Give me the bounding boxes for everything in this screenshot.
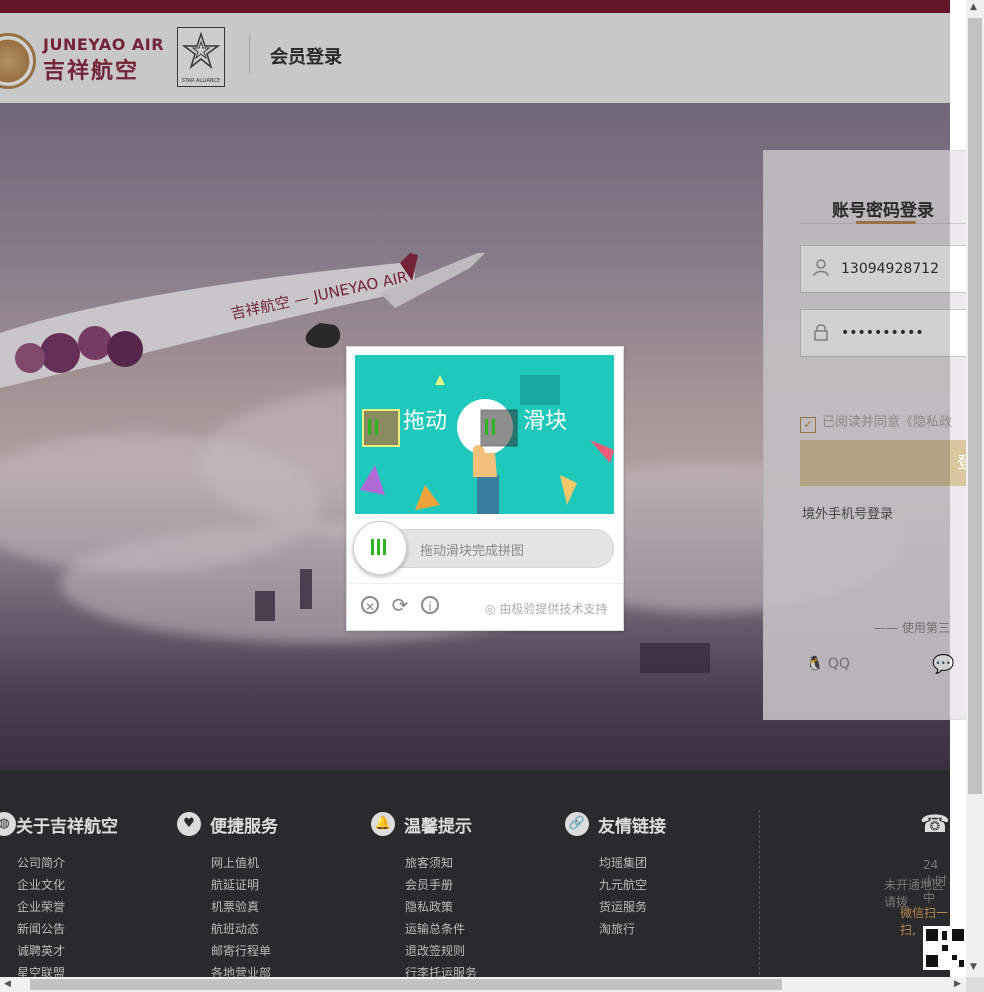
footer-col-title: 温馨提示 xyxy=(404,817,472,837)
footer-link[interactable]: 均瑶集团 xyxy=(599,854,647,871)
footer-col-title: 便捷服务 xyxy=(210,817,278,837)
footer-link[interactable]: 企业荣誉 xyxy=(17,898,65,915)
slider-handle[interactable] xyxy=(353,521,407,575)
footer-link[interactable]: 淘旅行 xyxy=(599,920,635,937)
scroll-right-icon[interactable]: ▶ xyxy=(954,979,961,989)
footer-link[interactable]: 机票验真 xyxy=(211,898,259,915)
footer-link[interactable]: 公司简介 xyxy=(17,854,65,871)
vertical-scroll-thumb[interactable] xyxy=(968,18,982,794)
captcha-puzzle-image: 拖动 滑块 xyxy=(355,355,614,514)
qr-code-icon xyxy=(923,926,967,970)
footer-link[interactable]: 隐私政策 xyxy=(405,898,453,915)
captcha-image-text-left: 拖动 xyxy=(403,409,448,434)
footer-link[interactable]: 运输总条件 xyxy=(405,920,465,937)
footer-link[interactable]: 新闻公告 xyxy=(17,920,65,937)
footer-link[interactable]: 会员手册 xyxy=(405,876,453,893)
horizontal-scroll-thumb[interactable] xyxy=(30,979,782,990)
horizontal-scrollbar[interactable]: ◀ ▶ xyxy=(0,977,966,992)
vertical-scrollbar[interactable]: ▲ ▼ xyxy=(966,0,984,977)
footer-link[interactable]: 诚聘英才 xyxy=(17,942,65,959)
info-icon[interactable]: i xyxy=(421,596,439,614)
scroll-left-icon[interactable]: ◀ xyxy=(4,979,11,989)
heart-icon: ♥ xyxy=(177,812,201,836)
close-icon[interactable]: ✕ xyxy=(361,596,379,614)
captcha-dialog: 拖动 滑块 拖动滑块完成拼图 ✕ ⟳ i ◎ 由极验提供技术支持 xyxy=(346,346,624,631)
captcha-footer-divider xyxy=(347,583,623,584)
footer-col-title: 关于吉祥航空 xyxy=(16,817,118,837)
site-footer: ◍ 关于吉祥航空 公司简介 企业文化 企业荣誉 新闻公告 诚聘英才 星空联盟 ♥… xyxy=(0,770,967,980)
footer-link[interactable]: 企业文化 xyxy=(17,876,65,893)
bell-icon: 🔔 xyxy=(371,812,395,836)
footer-link[interactable]: 航班动态 xyxy=(211,920,259,937)
footer-link[interactable]: 网上值机 xyxy=(211,854,259,871)
refresh-icon[interactable]: ⟳ xyxy=(391,595,409,615)
footer-link[interactable]: 九元航空 xyxy=(599,876,647,893)
footer-link[interactable]: 航延证明 xyxy=(211,876,259,893)
geetest-icon: ◎ xyxy=(485,602,496,616)
footer-link[interactable]: 货运服务 xyxy=(599,898,647,915)
globe-icon: ◍ xyxy=(0,812,16,836)
scroll-up-icon[interactable]: ▲ xyxy=(970,2,977,12)
captcha-brand[interactable]: ◎ 由极验提供技术支持 xyxy=(485,600,607,617)
scroll-down-icon[interactable]: ▼ xyxy=(970,962,977,972)
footer-divider xyxy=(759,810,760,980)
footer-link[interactable]: 邮寄行程单 xyxy=(211,942,271,959)
footer-link[interactable]: 旅客须知 xyxy=(405,854,453,871)
captcha-image-text-right: 滑块 xyxy=(523,409,568,434)
scrollbar-corner xyxy=(966,977,984,992)
footer-col-title: 友情链接 xyxy=(598,817,666,837)
grip-icon xyxy=(371,539,389,555)
slider-hint: 拖动滑块完成拼图 xyxy=(420,544,525,559)
phone-icon: ☎ xyxy=(920,810,950,838)
link-icon: 🔗 xyxy=(565,812,589,836)
footer-link[interactable]: 退改签规则 xyxy=(405,942,465,959)
